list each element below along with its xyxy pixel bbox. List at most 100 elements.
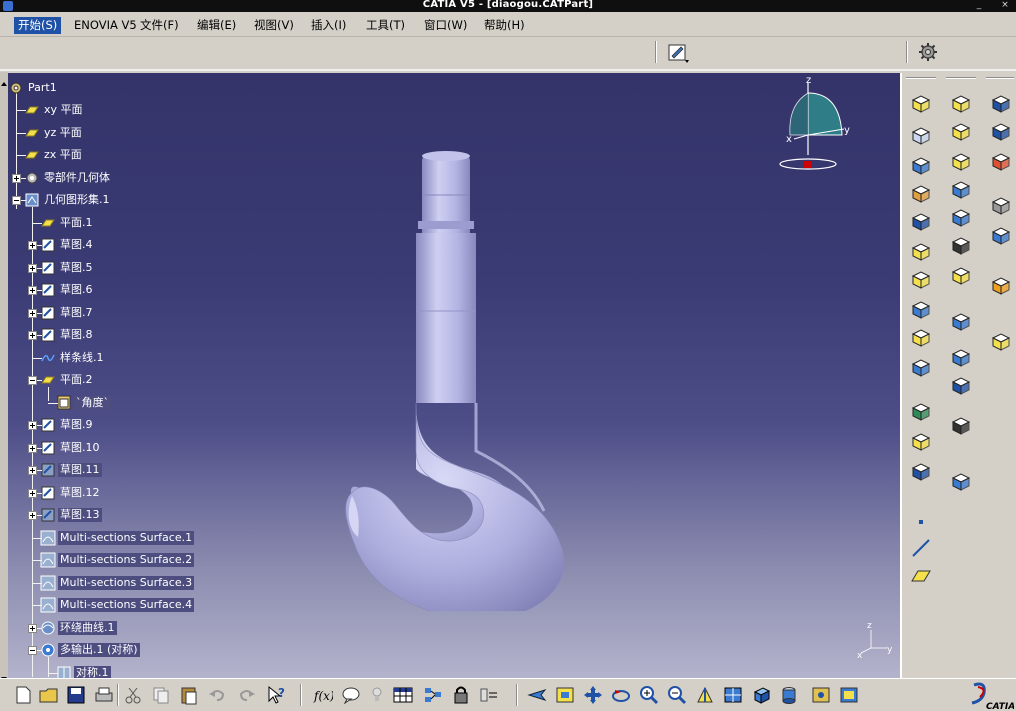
expand-plus-icon[interactable]	[28, 623, 37, 633]
scroll-down-arrow-icon[interactable]	[0, 668, 8, 681]
expand-plus-icon[interactable]	[28, 308, 37, 318]
tree-node[interactable]: 草图.10	[40, 439, 102, 457]
pad-icon[interactable]	[908, 91, 934, 117]
shading-icon[interactable]	[778, 684, 800, 706]
tree-node[interactable]: 草图.6	[40, 281, 95, 299]
grayed-tool-icon[interactable]	[988, 193, 1014, 219]
tree-node[interactable]: Multi-sections Surface.1	[40, 529, 195, 547]
zoom-out-icon[interactable]	[666, 684, 688, 706]
multi-view-icon[interactable]	[722, 684, 744, 706]
stiffener-icon[interactable]	[908, 297, 934, 323]
boolean-assemble-icon[interactable]	[948, 469, 974, 495]
groove-icon[interactable]	[908, 181, 934, 207]
expand-plus-icon[interactable]	[28, 263, 37, 273]
rect-pattern-icon[interactable]	[948, 373, 974, 399]
tree-node[interactable]: 草图.5	[40, 259, 95, 277]
zoom-in-icon[interactable]	[638, 684, 660, 706]
expand-plus-icon[interactable]	[28, 241, 37, 250]
hide-show-icon[interactable]	[810, 684, 832, 706]
menu-start[interactable]: 开始(S)	[14, 17, 62, 34]
expand-plus-icon[interactable]	[28, 488, 37, 498]
plane-tool-icon[interactable]	[908, 563, 934, 589]
redo-icon[interactable]	[236, 684, 258, 706]
select-arrow-icon[interactable]	[988, 273, 1014, 299]
tree-node[interactable]: 草图.9	[40, 416, 95, 434]
remove-face-icon[interactable]	[948, 263, 974, 289]
rotate-icon[interactable]	[610, 684, 632, 706]
tree-node[interactable]: Multi-sections Surface.3	[40, 574, 195, 592]
tree-node[interactable]: 草图.8	[40, 326, 95, 344]
formula-icon[interactable]: f(x)	[312, 684, 334, 706]
menu-help[interactable]: 帮助(H)	[480, 17, 529, 34]
hole-icon[interactable]	[908, 209, 934, 235]
tree-node[interactable]: xy 平面	[24, 101, 85, 119]
fly-mode-icon[interactable]	[526, 684, 548, 706]
tree-node[interactable]: yz 平面	[24, 124, 84, 142]
menu-enovia[interactable]: ENOVIA V5	[70, 17, 141, 34]
3d-annotation-icon[interactable]	[988, 149, 1014, 175]
tree-node[interactable]: 平面.1	[40, 214, 95, 232]
sketcher-icon[interactable]	[666, 41, 690, 65]
close-surface-icon[interactable]	[908, 459, 934, 485]
chamfer-icon[interactable]	[948, 119, 974, 145]
scaling-icon[interactable]	[948, 413, 974, 439]
swap-visible-space-icon[interactable]	[838, 684, 860, 706]
expand-plus-icon[interactable]	[12, 173, 21, 183]
add-body-icon[interactable]	[988, 329, 1014, 355]
thick-surface-icon[interactable]	[908, 399, 934, 425]
design-table-icon[interactable]	[392, 684, 414, 706]
translation-icon[interactable]	[948, 309, 974, 335]
point-icon[interactable]	[908, 509, 934, 535]
tree-node[interactable]: 草图.11	[40, 461, 102, 479]
tree-node[interactable]: 草图.7	[40, 304, 95, 322]
tree-node[interactable]: Multi-sections Surface.2	[40, 551, 195, 569]
shaft-icon[interactable]	[908, 153, 934, 179]
tree-node[interactable]: 零部件几何体	[24, 169, 112, 187]
menu-insert[interactable]: 插入(I)	[307, 17, 350, 34]
lock-icon[interactable]	[450, 684, 472, 706]
annotation-text-icon[interactable]	[988, 91, 1014, 117]
tree-node[interactable]: zx 平面	[24, 146, 84, 164]
tree-node[interactable]: 几何图形集.1	[24, 191, 112, 209]
expand-plus-icon[interactable]	[28, 466, 37, 475]
flag-note-icon[interactable]	[988, 119, 1014, 145]
tree-node[interactable]: 草图.12	[40, 484, 102, 502]
thickness-icon[interactable]	[948, 205, 974, 231]
scroll-up-arrow-icon[interactable]	[0, 73, 8, 86]
tree-node[interactable]: Multi-sections Surface.4	[40, 596, 195, 614]
collapse-minus-icon[interactable]	[28, 646, 37, 655]
pan-icon[interactable]	[582, 684, 604, 706]
gear-icon[interactable]	[916, 40, 940, 64]
normal-view-icon[interactable]	[694, 684, 716, 706]
menu-tools[interactable]: 工具(T)	[362, 17, 409, 34]
pocket-icon[interactable]	[908, 123, 934, 149]
sew-surface-icon[interactable]	[908, 429, 934, 455]
collapse-minus-icon[interactable]	[28, 376, 37, 385]
tree-node[interactable]: 样条线.1	[40, 349, 106, 367]
expand-plus-icon[interactable]	[28, 443, 37, 453]
close-button[interactable]: ×	[998, 0, 1012, 12]
tree-scrollbar[interactable]	[0, 72, 8, 681]
sketch-plane-icon[interactable]	[988, 223, 1014, 249]
expand-plus-icon[interactable]	[28, 421, 37, 430]
crane-hook-model[interactable]	[330, 151, 590, 611]
line-icon[interactable]	[908, 535, 934, 561]
equation-icon[interactable]	[478, 684, 500, 706]
undo-icon[interactable]	[206, 684, 228, 706]
whats-this-help-icon[interactable]: ?	[266, 684, 288, 706]
tree-node[interactable]: 草图.4	[40, 236, 95, 254]
catalog-browser-icon[interactable]	[422, 684, 444, 706]
tree-node[interactable]: 平面.2	[40, 371, 95, 389]
tree-node[interactable]: 草图.13	[40, 506, 102, 524]
expand-plus-icon[interactable]	[28, 511, 37, 520]
iso-view-icon[interactable]	[750, 684, 772, 706]
slot-icon[interactable]	[908, 267, 934, 293]
paste-icon[interactable]	[178, 684, 200, 706]
expand-plus-icon[interactable]	[28, 331, 37, 340]
open-folder-icon[interactable]	[38, 684, 60, 706]
copy-icon[interactable]	[150, 684, 172, 706]
shell-icon[interactable]	[948, 177, 974, 203]
comment-balloon-icon[interactable]	[340, 684, 362, 706]
multi-sections-solid-icon[interactable]	[908, 355, 934, 381]
mirror-icon[interactable]	[948, 345, 974, 371]
